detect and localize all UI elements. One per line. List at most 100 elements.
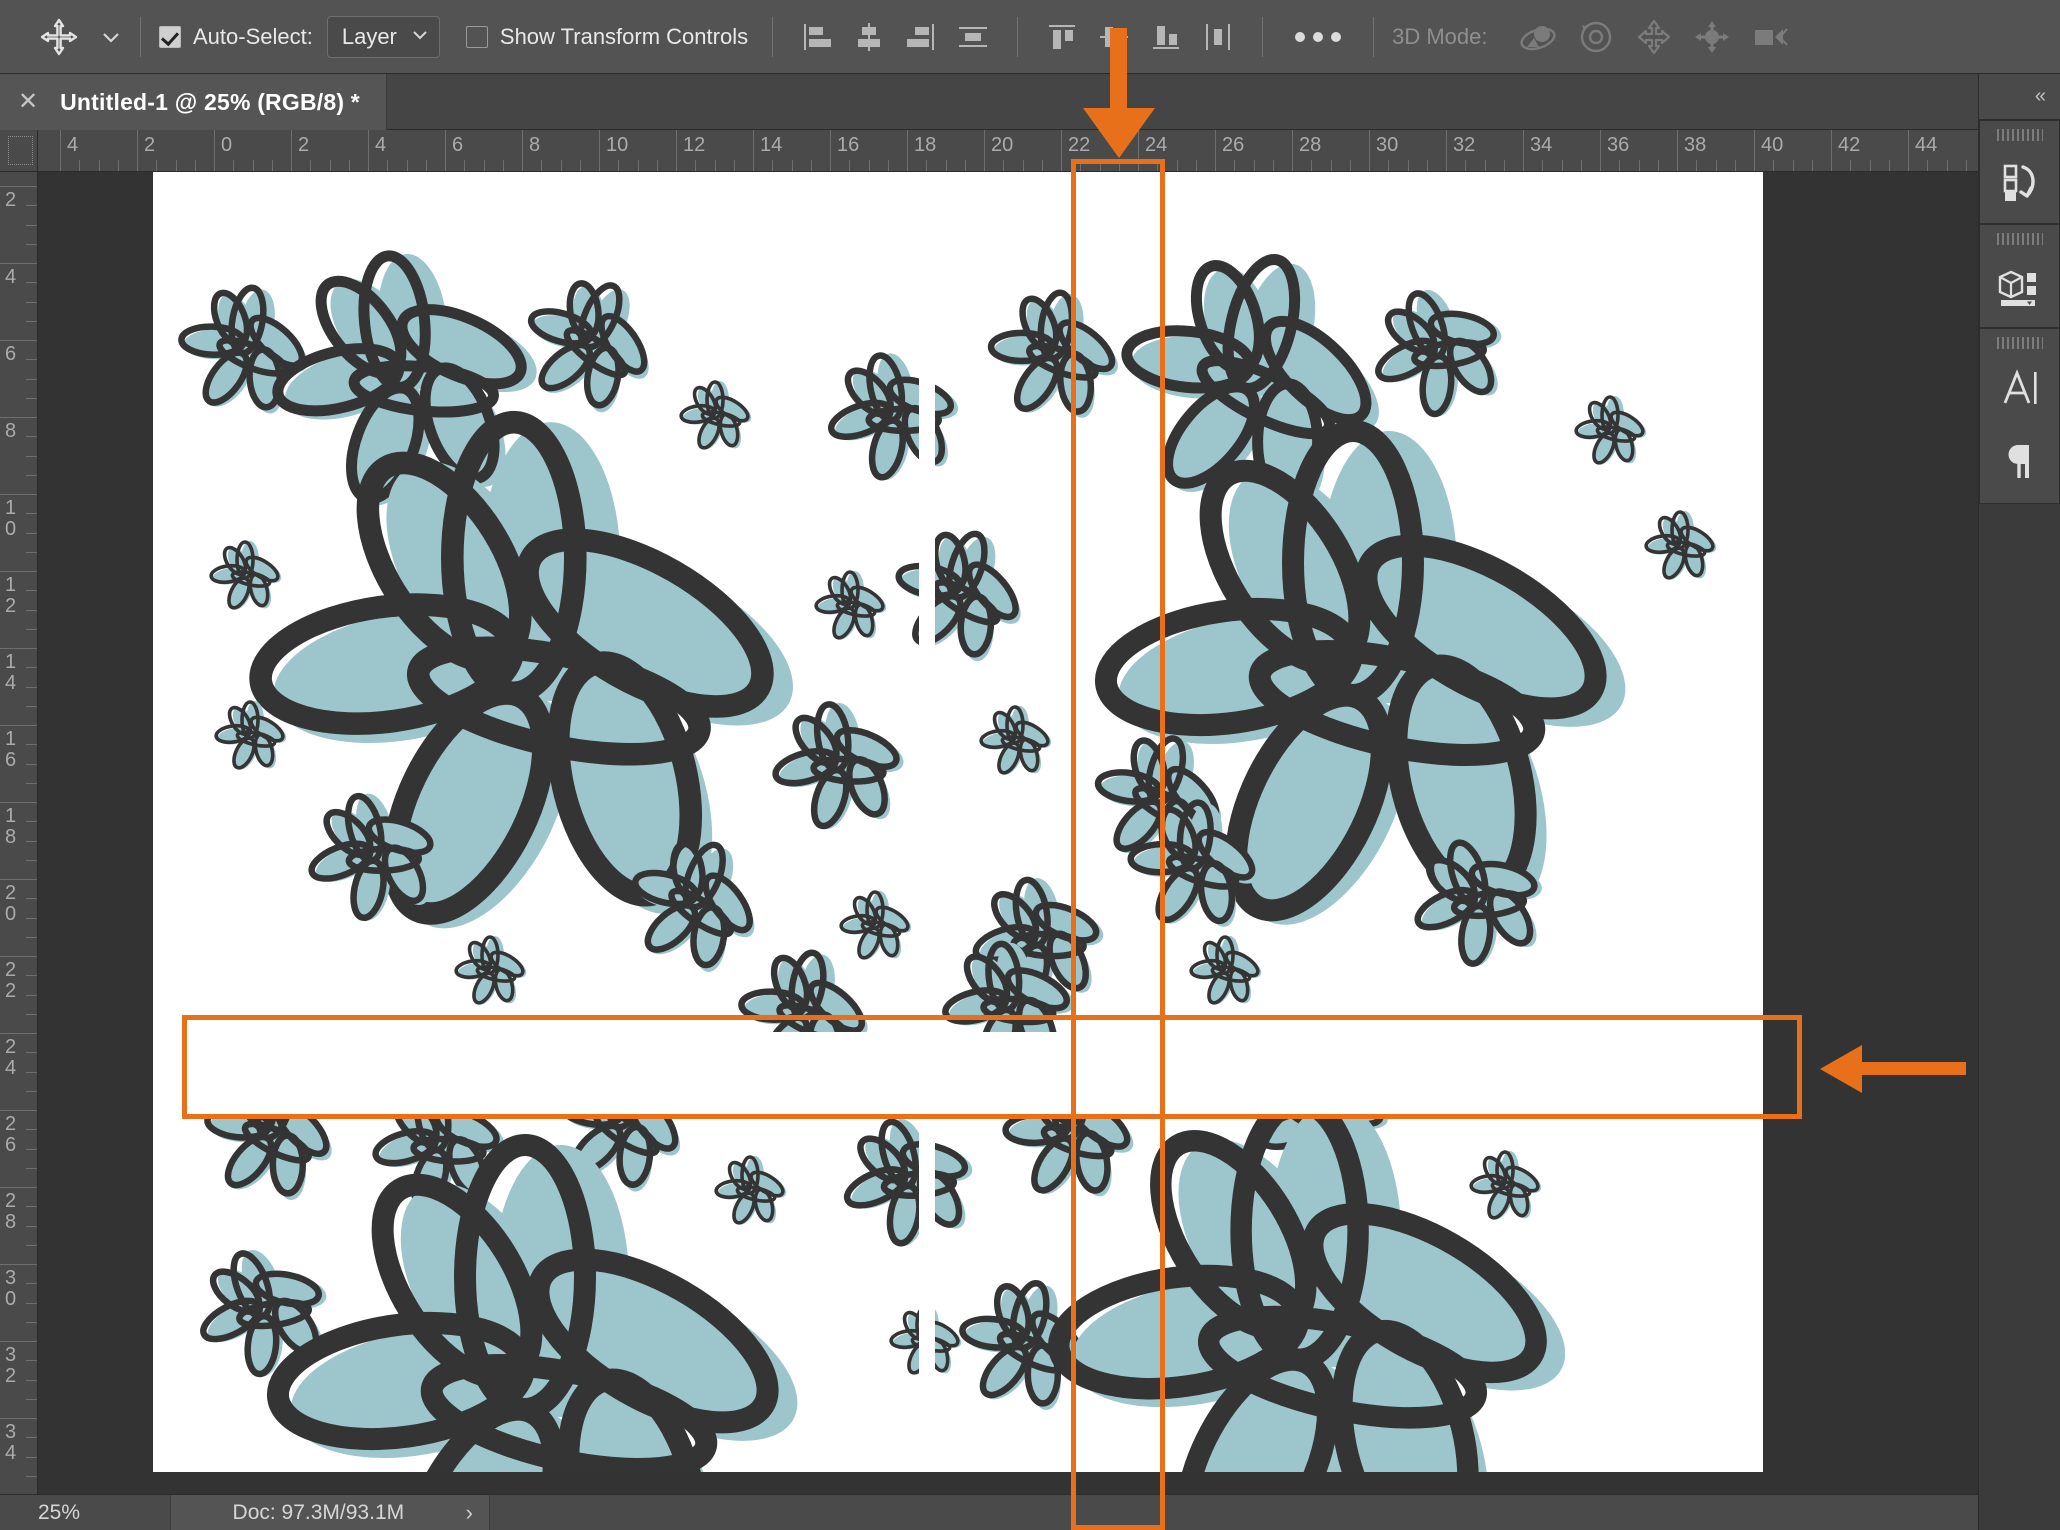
tool-preset-chevron-down-icon[interactable] [100, 26, 122, 48]
ruler-minor-tick [26, 1379, 37, 1381]
horizontal-ruler[interactable]: 4 2 0 2 4 6 8 10 12 14 16 18 20 22 24 26 28 30 32 34 36 38 40 4… [38, 130, 2060, 172]
show-transform-controls-checkbox[interactable] [465, 25, 488, 48]
orbit-3d-icon[interactable] [1509, 15, 1567, 59]
ruler-minor-tick [1869, 160, 1871, 171]
chevron-down-icon [411, 24, 429, 50]
ruler-major-tick [1061, 130, 1062, 171]
zoom-level-field[interactable]: 25% [0, 1501, 170, 1525]
align-left-edges-button[interactable] [791, 15, 843, 59]
ruler-minor-tick [1715, 160, 1717, 171]
ruler-minor-tick [26, 859, 37, 861]
ruler-origin-corner[interactable] [0, 130, 38, 172]
pan-3d-icon[interactable] [1625, 15, 1683, 59]
document-tab[interactable]: ✕ Untitled-1 @ 25% (RGB/8) * [0, 74, 387, 130]
history-icon[interactable] [1992, 153, 2048, 209]
ruler-major-tick [0, 186, 37, 187]
align-right-edges-button[interactable] [895, 15, 947, 59]
align-horizontal-centers-button[interactable] [843, 15, 895, 59]
document-info-field[interactable]: Doc: 97.3M/93.1M › [170, 1494, 490, 1530]
ruler-major-tick [0, 956, 37, 957]
ruler-minor-tick [26, 1090, 37, 1092]
ruler-label: 16 [837, 134, 860, 156]
ruler-minor-tick [1811, 160, 1813, 171]
align-vertical-centers-button[interactable] [1088, 15, 1140, 59]
ruler-minor-tick [26, 359, 37, 361]
vertical-ruler[interactable]: 2 4 6 8 1 0 1 2 1 4 1 6 1 8 2 0 2 2 2 4 2 6 2 8 3 0 3 2… [0, 172, 38, 1494]
slide-3d-icon[interactable] [1683, 15, 1741, 59]
ruler-major-tick [0, 494, 37, 495]
ruler-label: 6 [5, 343, 17, 365]
panel-drag-grip[interactable] [1996, 129, 2043, 141]
ruler-minor-tick [1773, 160, 1775, 171]
ruler-minor-tick [945, 160, 947, 171]
ruler-label: 3 4 [5, 1421, 17, 1464]
ruler-minor-tick [1927, 160, 1929, 171]
ruler-label: 26 [1222, 134, 1245, 156]
ruler-minor-tick [1946, 160, 1948, 171]
ruler-major-tick [0, 879, 37, 880]
panel-drag-grip[interactable] [1996, 233, 2043, 245]
dot-3 [1331, 31, 1342, 42]
ruler-label: 2 4 [5, 1036, 17, 1079]
ruler-minor-tick [791, 160, 793, 171]
ruler-minor-tick [714, 160, 716, 171]
ruler-label: 40 [1761, 134, 1784, 156]
ruler-minor-tick [1619, 160, 1621, 171]
ruler-minor-tick [26, 1302, 37, 1304]
history-panel-group[interactable] [1979, 120, 2060, 224]
ruler-major-tick [1600, 130, 1601, 171]
ruler-minor-tick [387, 160, 389, 171]
ruler-minor-tick [26, 1321, 37, 1323]
3d-mode-buttons [1509, 15, 1799, 59]
ruler-minor-tick [26, 282, 37, 284]
ruler-major-tick [830, 130, 831, 171]
toolbar-divider-4 [1262, 16, 1264, 57]
close-icon[interactable]: ✕ [18, 90, 38, 114]
ruler-label: 3 2 [5, 1344, 17, 1387]
auto-select-scope-dropdown[interactable]: Layer [326, 15, 440, 58]
ruler-major-tick [753, 130, 754, 171]
character-A-icon[interactable] [1992, 361, 2048, 417]
ruler-minor-tick [26, 1360, 37, 1362]
ruler-minor-tick [502, 160, 504, 171]
align-horizontal-distribute-button[interactable] [947, 15, 999, 59]
panel-drag-grip[interactable] [1996, 337, 2043, 349]
ruler-minor-tick [1349, 160, 1351, 171]
camera-3d-icon[interactable] [1741, 15, 1799, 59]
ruler-minor-tick [1407, 160, 1409, 171]
auto-select-checkbox[interactable] [159, 25, 181, 48]
align-top-edges-button[interactable] [1036, 15, 1088, 59]
3d-mode-label: 3D Mode: [1392, 23, 1488, 49]
ruler-minor-tick [26, 301, 37, 303]
ruler-minor-tick [483, 160, 485, 171]
ruler-minor-tick [868, 160, 870, 171]
canvas-workspace[interactable] [38, 172, 1978, 1494]
ruler-minor-tick [26, 917, 37, 919]
chevron-right-icon[interactable]: › [466, 1500, 473, 1526]
ruler-label: 18 [914, 134, 937, 156]
collapse-panels-icon[interactable]: « [1979, 74, 2060, 120]
align-bottom-edges-button[interactable] [1140, 15, 1192, 59]
type-panels-group[interactable] [1979, 328, 2060, 504]
distribute-vertical-button[interactable] [1192, 15, 1244, 59]
ruler-minor-tick [1965, 160, 1967, 171]
more-options-button[interactable] [1281, 31, 1355, 42]
paragraph-pilcrow-icon[interactable] [1992, 433, 2048, 489]
ruler-minor-tick [1272, 160, 1274, 171]
ruler-major-tick [0, 1187, 37, 1188]
3d-panel-group[interactable] [1979, 224, 2060, 328]
artboard[interactable] [153, 172, 1763, 1472]
ruler-major-tick [1754, 130, 1755, 171]
ruler-major-tick [0, 1110, 37, 1111]
options-bar: Auto-Select: Layer Show Transform Contro… [0, 0, 2060, 74]
ruler-minor-tick [1580, 160, 1582, 171]
ruler-major-tick [907, 130, 908, 171]
cube-3d-icon[interactable] [1992, 257, 2048, 313]
ruler-minor-tick [1561, 160, 1563, 171]
ruler-minor-tick [26, 936, 37, 938]
ruler-minor-tick [26, 898, 37, 900]
ruler-major-tick [0, 648, 37, 649]
roll-3d-icon[interactable] [1567, 15, 1625, 59]
move-tool-icon[interactable] [38, 16, 80, 58]
ruler-minor-tick [695, 160, 697, 171]
